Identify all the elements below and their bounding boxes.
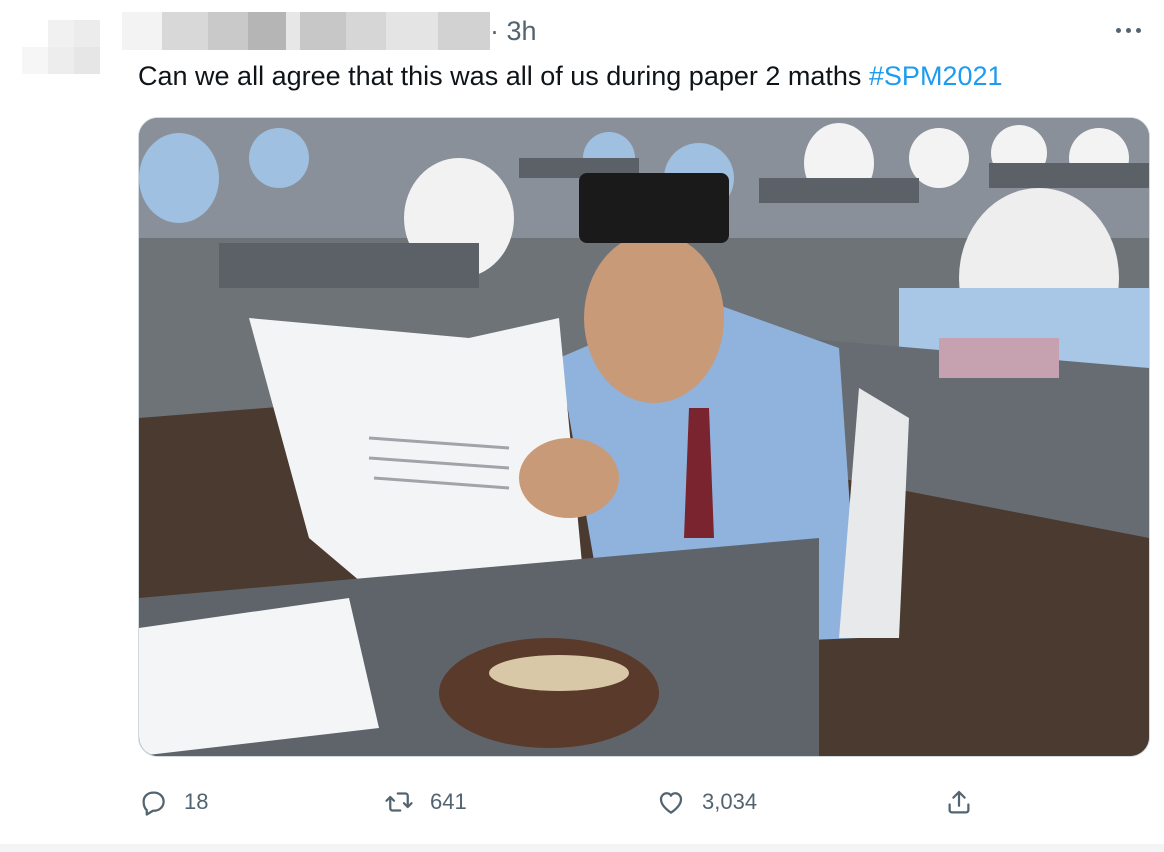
like-button[interactable]: 3,034: [656, 780, 757, 824]
heart-icon: [659, 792, 683, 814]
more-horizontal-icon[interactable]: [1110, 18, 1146, 42]
tweet-text: Can we all agree that this was all of us…: [138, 58, 1003, 94]
avatar[interactable]: [22, 20, 100, 74]
tweet-card[interactable]: · 3h Can we all agree that this was all …: [0, 0, 1164, 852]
tweet-media-photo[interactable]: [138, 117, 1150, 757]
reply-button[interactable]: 18: [138, 780, 208, 824]
time-separator: ·: [490, 16, 499, 46]
timestamp[interactable]: · 3h: [490, 16, 537, 46]
retweet-count: 641: [430, 789, 467, 814]
divider: [0, 844, 1164, 852]
hashtag-link[interactable]: #SPM2021: [869, 61, 1003, 91]
tweet-actions: 18 641 3,034: [138, 780, 1148, 824]
tweet-body: Can we all agree that this was all of us…: [138, 61, 869, 91]
share-button[interactable]: [944, 780, 974, 824]
like-count: 3,034: [702, 789, 758, 814]
tweet-header: · 3h: [122, 8, 1152, 52]
retweet-button[interactable]: 641: [384, 780, 467, 824]
retweet-icon: [385, 792, 413, 812]
reply-bubble-icon: [142, 791, 165, 816]
reply-count: 18: [184, 789, 209, 814]
share-upload-icon: [948, 790, 970, 814]
author-name-redacted[interactable]: [122, 12, 490, 50]
time-ago: 3h: [506, 16, 537, 46]
exam-hall-photo: [139, 118, 1149, 756]
